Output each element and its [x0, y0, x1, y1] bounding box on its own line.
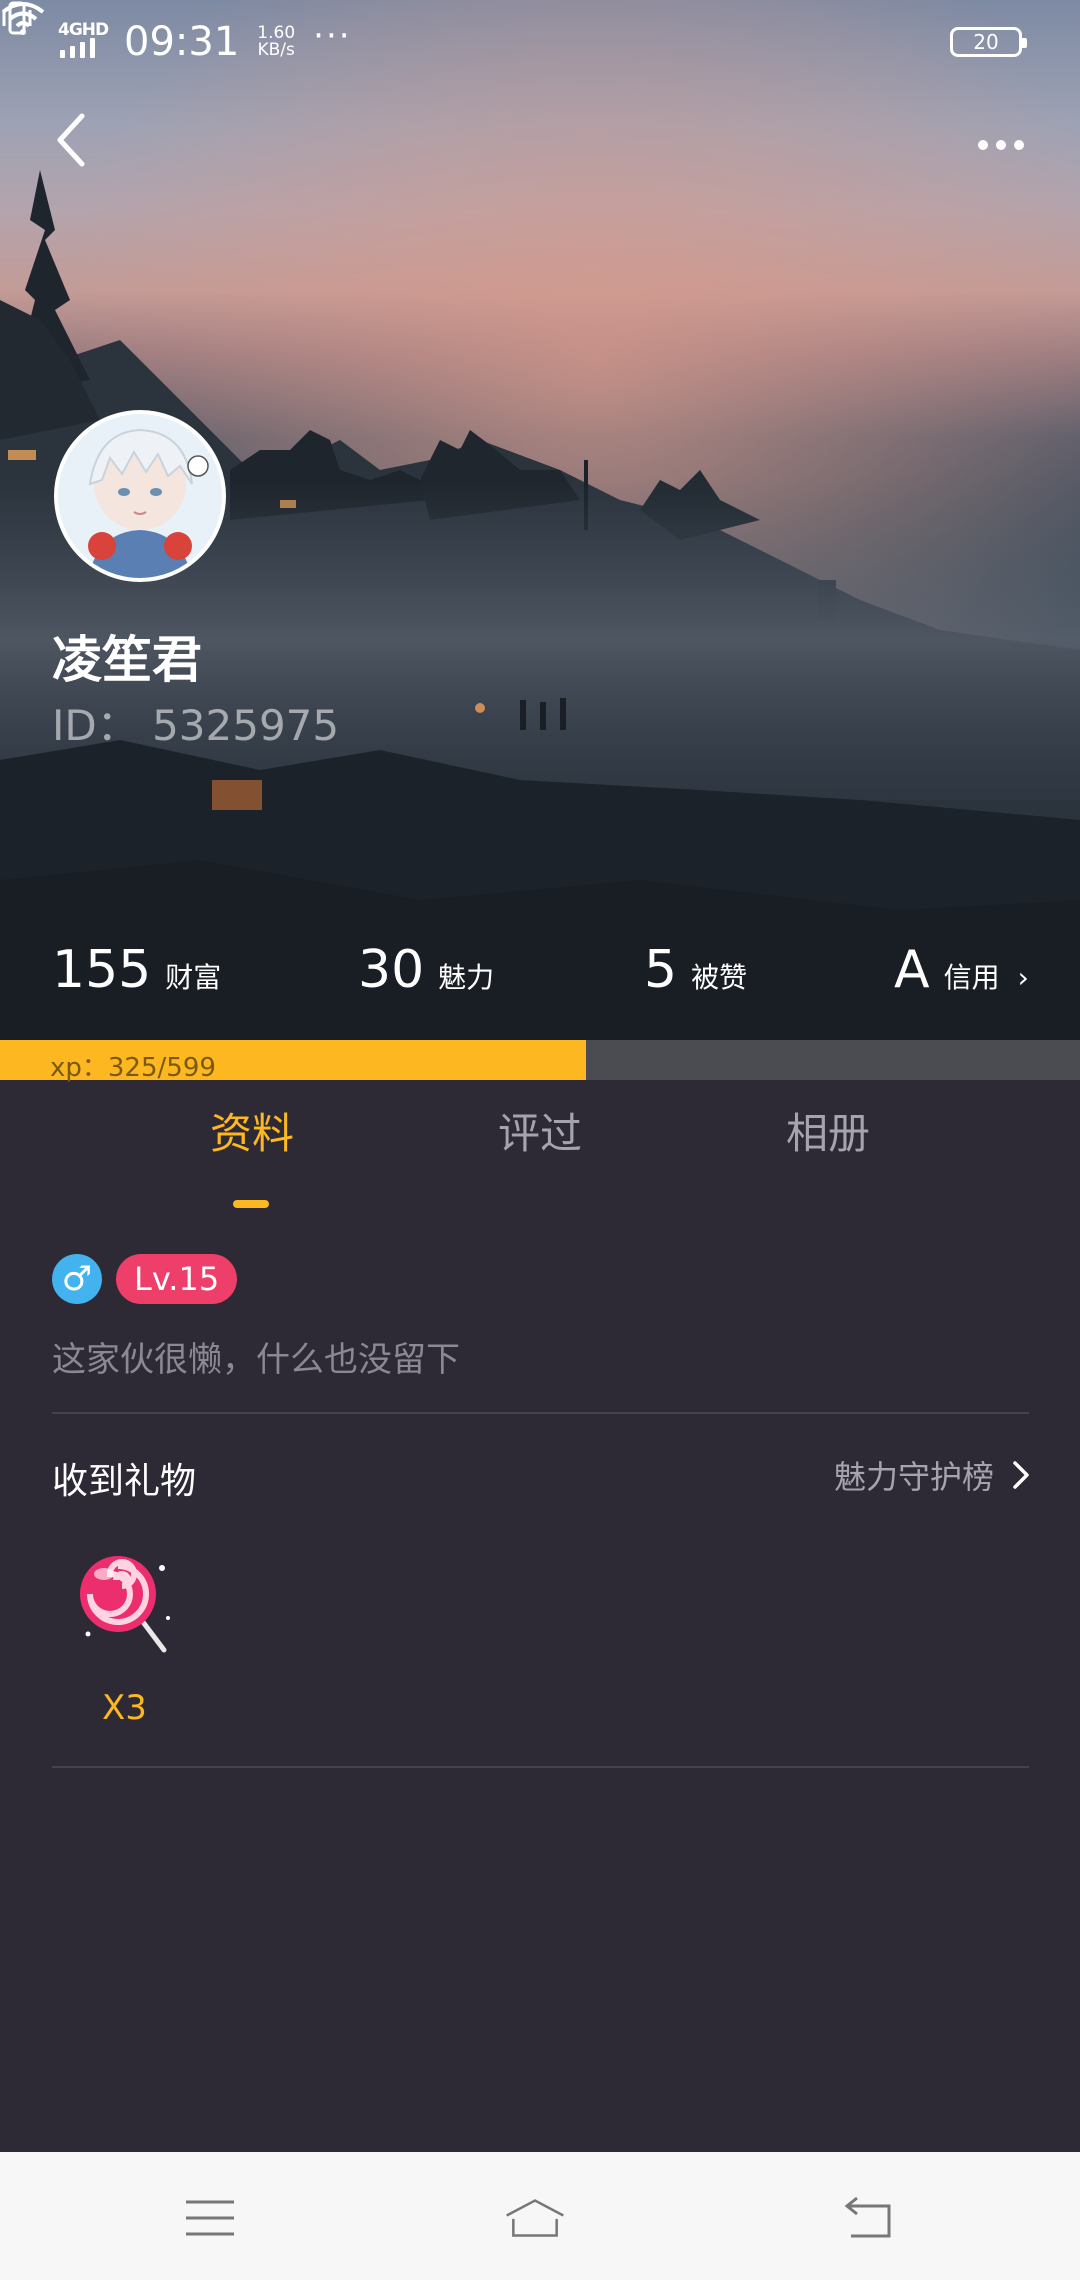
gifts-section-title: 收到礼物 [52, 1461, 197, 1502]
system-navigation-bar [0, 2152, 1080, 2280]
stat-value: 5 [644, 940, 678, 1000]
chevron-right-icon: › [1017, 961, 1029, 994]
battery-icon: 20 [950, 27, 1027, 57]
stat-wealth[interactable]: 155 财富 [52, 940, 221, 1000]
male-icon: ♂ [52, 1254, 102, 1304]
more-options-button[interactable] [966, 120, 1036, 170]
gift-count: X3 [102, 1688, 147, 1728]
menu-button[interactable] [180, 2188, 240, 2248]
network-type: 4GHD [58, 20, 109, 40]
more-dot-icon [996, 140, 1006, 150]
gift-item[interactable] [72, 1548, 182, 1708]
tab-profile-info[interactable]: 资料 [152, 1100, 352, 1161]
charm-guard-ranking-label: 魅力守护榜 [833, 1458, 994, 1496]
profile-header: 4GHD 09:31 1.60 KB/s ··· 20 凌笙君 ID： 5325… [0, 0, 1080, 1040]
network-speed: 1.60 KB/s [257, 25, 295, 59]
chevron-left-icon [57, 113, 85, 167]
lollipop-icon [80, 1556, 170, 1653]
wifi-icon [1, 2, 45, 35]
stat-charm[interactable]: 30 魅力 [358, 940, 494, 1000]
battery-level: 20 [973, 30, 999, 54]
back-button[interactable] [52, 110, 112, 180]
more-dot-icon [1014, 140, 1024, 150]
stat-label: 被赞 [691, 961, 748, 994]
avatar[interactable] [54, 410, 226, 582]
tab-album[interactable]: 相册 [728, 1100, 928, 1161]
chevron-right-icon [1013, 1461, 1029, 1489]
back-arrow-icon [844, 2196, 891, 2238]
stat-label: 信用 [943, 961, 1000, 994]
stat-value: A [894, 940, 930, 1000]
menu-icon [186, 2200, 234, 2236]
tab-indicator [233, 1200, 269, 1208]
signal-icon: 4GHD [58, 20, 109, 62]
stat-label: 魅力 [438, 961, 495, 994]
more-dot-icon [978, 140, 988, 150]
speed-unit: KB/s [257, 40, 295, 60]
charm-guard-ranking-link[interactable]: 魅力守护榜 [834, 1452, 1030, 1498]
stat-likes[interactable]: 5 被赞 [644, 940, 747, 1000]
user-bio: 这家伙很懒，什么也没留下 [52, 1340, 460, 1380]
username: 凌笙君 [52, 631, 202, 689]
stat-credit[interactable]: A 信用 › [894, 940, 1029, 1000]
user-badges: ♂ Lv.15 [52, 1254, 238, 1304]
avatar-image [58, 414, 222, 578]
stat-value: 155 [52, 940, 152, 1000]
back-nav-button[interactable] [840, 2188, 900, 2248]
xp-progress-bar: xp：325/599 [0, 1040, 1080, 1083]
user-id: ID： 5325975 [52, 701, 340, 750]
level-badge: Lv.15 [116, 1254, 238, 1304]
clock: 09:31 [124, 19, 240, 65]
divider [52, 1766, 1029, 1768]
xp-text: xp：325/599 [50, 1053, 216, 1083]
home-button[interactable] [505, 2188, 565, 2248]
notification-more-icon: ··· [313, 16, 352, 56]
status-bar: 4GHD 09:31 1.60 KB/s ··· 20 [0, 0, 1080, 84]
home-icon [506, 2199, 564, 2237]
stat-label: 财富 [165, 961, 222, 994]
divider [52, 1412, 1029, 1414]
stats-row: 155 财富 30 魅力 5 被赞 A 信用 › [0, 940, 1080, 1010]
stat-value: 30 [358, 940, 425, 1000]
profile-tabs: 资料 评过 相册 [0, 1100, 1080, 1210]
tab-reviews[interactable]: 评过 [440, 1100, 640, 1161]
